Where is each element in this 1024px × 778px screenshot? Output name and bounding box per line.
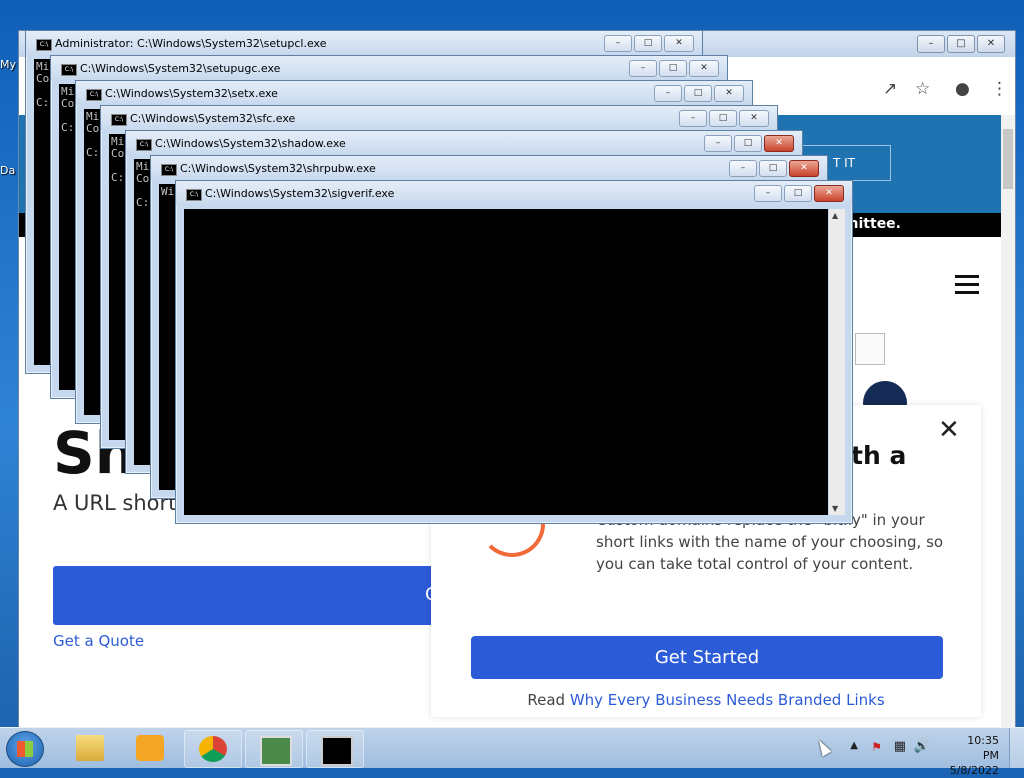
illustration-card [855,333,885,365]
cmd-titlebar[interactable]: C:\ Administrator: C:\Windows\System32\s… [26,31,702,55]
cmd-title: C:\Windows\System32\shadow.exe [155,137,346,150]
close-button[interactable]: ✕ [664,35,694,52]
get-started-button[interactable]: Get Started [471,636,943,679]
minimize-button[interactable]: – [654,85,682,102]
volume-icon[interactable]: 🔊 [914,739,930,754]
close-button[interactable]: ✕ [764,135,794,152]
close-button[interactable]: ✕ [714,85,744,102]
close-button[interactable]: ✕ [977,35,1005,53]
show-desktop-button[interactable] [1009,728,1024,768]
maximize-button[interactable]: □ [734,135,762,152]
taskbar: ▲ ⚑ ▦ 🔊 10:35 PM 5/8/2022 [0,727,1024,777]
minimize-button[interactable]: – [604,35,632,52]
desktop-icon-computer[interactable]: My [0,58,16,71]
hamburger-menu-icon[interactable] [955,275,979,299]
minimize-button[interactable]: – [754,185,782,202]
cmd-title: C:\Windows\System32\sigverif.exe [205,187,395,200]
modal-heading: th a [851,441,907,470]
menu-kebab-icon[interactable]: ⋮ [991,79,1008,99]
minimize-button[interactable]: – [704,135,732,152]
cmd-icon: C:\ [136,139,152,151]
close-button[interactable]: ✕ [739,110,769,127]
cmd-icon [321,736,353,766]
windows-logo-icon [17,741,33,757]
network-tray-icon[interactable]: ▦ [894,739,906,754]
scroll-up-icon[interactable]: ▲ [832,211,838,220]
maximize-button[interactable]: □ [759,160,787,177]
minimize-button[interactable]: – [729,160,757,177]
media-player-icon [136,735,164,761]
desktop-icon-data[interactable]: Da [0,164,15,177]
close-button[interactable]: ✕ [689,60,719,77]
taskbar-media-player[interactable] [122,730,178,766]
clock[interactable]: 10:35 PM 5/8/2022 [950,733,999,778]
modal-read-line: Read Why Every Business Needs Branded Li… [431,691,981,709]
chrome-icon [199,736,227,762]
maximize-button[interactable]: □ [947,35,975,53]
cmd-titlebar[interactable]: C:\ C:\Windows\System32\sigverif.exe – □ ✕ [176,181,852,205]
share-icon[interactable]: ↗ [883,79,897,99]
network-icon [260,736,292,766]
console-scrollbar[interactable]: ▲ ▼ [829,209,845,515]
cmd-title: C:\Windows\System32\setx.exe [105,87,278,100]
cmd-icon: C:\ [61,64,77,76]
cmd-titlebar[interactable]: C:\ C:\Windows\System32\sfc.exe – □ ✕ [101,106,777,130]
page-scrollbar[interactable] [1001,115,1015,731]
console-output [184,209,828,515]
cmd-icon: C:\ [36,39,52,51]
clock-date: 5/8/2022 [949,764,999,777]
maximize-button[interactable]: □ [784,185,812,202]
cmd-window-sigverif[interactable]: C:\ C:\Windows\System32\sigverif.exe – □ ✕… [175,180,853,524]
profile-icon[interactable]: ● [955,79,970,99]
folder-icon [76,735,104,761]
minimize-button[interactable]: – [917,35,945,53]
cmd-icon: C:\ [186,189,202,201]
cmd-titlebar[interactable]: C:\ C:\Windows\System32\setx.exe – □ ✕ [76,81,752,105]
bookmark-star-icon[interactable]: ☆ [915,79,930,99]
close-icon[interactable]: ✕ [938,415,960,445]
taskbar-chrome[interactable] [184,730,242,768]
minimize-button[interactable]: – [679,110,707,127]
branded-links-link[interactable]: Why Every Business Needs Branded Links [570,691,885,709]
cmd-titlebar[interactable]: C:\ C:\Windows\System32\shadow.exe – □ ✕ [126,131,802,155]
maximize-button[interactable]: □ [709,110,737,127]
cmd-icon: C:\ [161,164,177,176]
read-prefix: Read [527,691,566,709]
get-quote-link[interactable]: Get a Quote [53,632,144,650]
scroll-down-icon[interactable]: ▼ [832,504,838,513]
taskbar-network[interactable] [245,730,303,768]
cmd-title: Administrator: C:\Windows\System32\setup… [55,37,327,50]
cmd-title: C:\Windows\System32\sfc.exe [130,112,296,125]
maximize-button[interactable]: □ [634,35,662,52]
cmd-title: C:\Windows\System32\shrpubw.exe [180,162,376,175]
cmd-icon: C:\ [86,89,102,101]
close-button[interactable]: ✕ [814,185,844,202]
close-button[interactable]: ✕ [789,160,819,177]
action-center-icon[interactable]: ⚑ [871,740,882,754]
cmd-icon: C:\ [111,114,127,126]
tray-expand-icon[interactable]: ▲ [850,740,858,751]
taskbar-explorer[interactable] [62,730,118,766]
start-button[interactable] [6,731,44,767]
cmd-title: C:\Windows\System32\setupugc.exe [80,62,281,75]
taskbar-cmd[interactable] [306,730,364,768]
cmd-titlebar[interactable]: C:\ C:\Windows\System32\setupugc.exe – □ ✕ [51,56,727,80]
maximize-button[interactable]: □ [659,60,687,77]
minimize-button[interactable]: – [629,60,657,77]
maximize-button[interactable]: □ [684,85,712,102]
clock-time: 10:35 PM [967,734,999,762]
cmd-titlebar[interactable]: C:\ C:\Windows\System32\shrpubw.exe – □ ✕ [151,156,827,180]
